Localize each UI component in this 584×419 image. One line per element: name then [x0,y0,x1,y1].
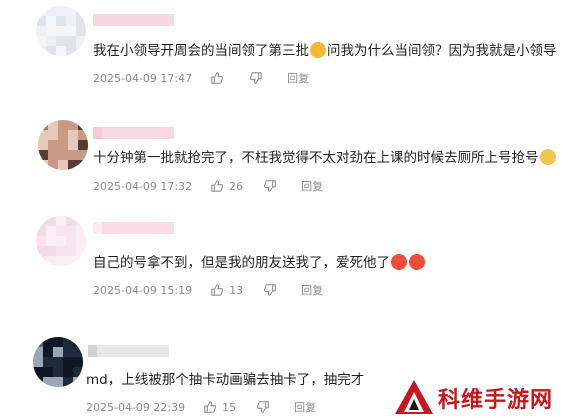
like-count: 26 [229,179,244,193]
comment-text-part: 十分钟第一批就抢完了，不枉我觉得不太对劲在上课的时候去厕所上号抢号 [93,150,539,166]
comment-item: 十分钟第一批就抢完了，不枉我觉得不太对劲在上课的时候去厕所上号抢号 2025-0… [0,105,584,205]
thumbs-down-icon [264,284,276,296]
thumbs-up-icon [211,72,224,84]
avatar[interactable] [36,6,86,56]
comment-meta: 2025-04-09 15:19 13 回复 [93,282,323,298]
comment-text-part: 我在小领导开周会的当间领了第三批 [93,43,309,59]
thumbs-down-icon [257,401,269,413]
dislike-button[interactable] [263,283,277,297]
username-pixelated[interactable] [93,14,174,26]
like-button[interactable]: 26 [210,179,243,193]
comment-date: 2025-04-09 15:19 [93,283,193,297]
dislike-button[interactable] [256,400,270,414]
like-button[interactable]: 15 [203,400,236,414]
comment-meta: 2025-04-09 22:39 15 回复 [86,399,316,415]
like-button[interactable]: 13 [210,283,243,297]
thumbs-down-icon [250,72,262,84]
comment-text-part: 自己的号拿不到，但是我的朋友送我了，爱死他了 [93,255,390,271]
triangle-logo-icon [395,380,433,414]
dislike-button[interactable] [263,179,277,193]
comment-text: 十分钟第一批就抢完了，不枉我觉得不太对劲在上课的时候去厕所上号抢号 [93,149,557,167]
comment-text: md，上线被那个抽卡动画骗去抽卡了，抽完才 [86,371,364,389]
tired-face-emoji [539,149,556,165]
reply-button[interactable]: 回复 [301,178,323,194]
reply-button[interactable]: 回复 [287,70,309,86]
comment-item: 我在小领导开周会的当间领了第三批 问我为什么当间领？因为我就是小领导 2025-0… [0,0,584,100]
comment-date: 2025-04-09 22:39 [86,400,186,414]
avatar[interactable] [33,337,83,387]
comment-date: 2025-04-09 17:32 [93,179,193,193]
like-count: 13 [229,283,244,297]
username-pixelated[interactable] [88,345,169,357]
watermark-logo: 科维手游网 [392,377,578,417]
avatar[interactable] [36,216,86,266]
thumbs-down-icon [264,180,276,192]
thumbs-up-icon [211,284,224,296]
hearts-face-emoji [409,254,425,270]
reply-button[interactable]: 回复 [301,282,323,298]
watermark-text: 科维手游网 [438,388,554,413]
hearts-face-emoji [391,254,407,270]
like-count: 15 [222,400,237,414]
username-pixelated[interactable] [93,127,174,139]
avatar[interactable] [38,120,88,170]
like-button[interactable] [210,71,229,85]
comment-text: 我在小领导开周会的当间领了第三批 问我为什么当间领？因为我就是小领导 [93,42,557,60]
comment-meta: 2025-04-09 17:32 26 回复 [93,178,323,194]
reply-button[interactable]: 回复 [294,399,316,415]
thumbs-up-icon [204,401,217,413]
dislike-button[interactable] [249,71,263,85]
username-pixelated[interactable] [93,222,174,234]
smirk-cat-emoji [310,42,326,58]
comment-text-part: 问我为什么当间领？因为我就是小领导 [327,43,557,59]
thumbs-up-icon [211,180,224,192]
comment-text-part: md，上线被那个抽卡动画骗去抽卡了，抽完才 [86,372,365,388]
comment-text: 自己的号拿不到，但是我的朋友送我了，爱死他了 [93,254,426,272]
comment-meta: 2025-04-09 17:47 回复 [93,70,309,86]
comment-item: 自己的号拿不到，但是我的朋友送我了，爱死他了 2025-04-09 15:19 … [0,208,584,308]
comment-date: 2025-04-09 17:47 [93,71,193,85]
